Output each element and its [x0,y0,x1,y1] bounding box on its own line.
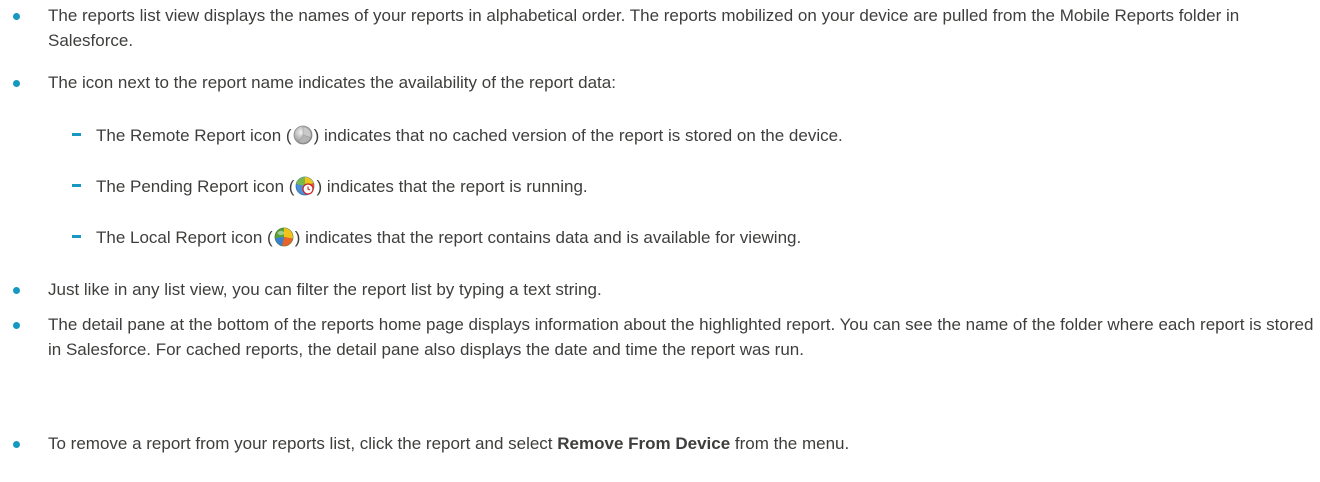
bullet-dot [13,13,20,20]
sub-item-text: The Remote Report icon ( ) indicates tha… [96,123,1320,148]
sub-item-text: The Local Report icon ( ) indicates that… [96,225,1320,250]
sub-item-text-after: ) indicates that no cached version of th… [313,126,843,145]
bullet-text: The detail pane at the bottom of the rep… [48,315,1314,359]
sub-item-text-before: The Remote Report icon ( [96,126,292,145]
help-document: The reports list view displays the names… [0,0,1320,482]
bullet-dot [13,80,20,87]
pending-report-icon [296,176,315,196]
sub-item-text-after: ) indicates that the report is running. [316,177,588,196]
sub-item-text: The Pending Report icon ( ) indicates th… [96,174,1320,199]
dash-marker [72,235,81,238]
bullet-text: The icon next to the report name indicat… [48,73,616,92]
bullet-text: The reports list view displays the names… [48,6,1240,50]
text-after: from the menu. [730,434,850,453]
remote-report-icon [293,125,312,145]
remove-from-device-label: Remove From Device [557,434,731,453]
bullet-dot [13,287,20,294]
local-report-icon [274,227,294,247]
bullet-text: Just like in any list view, you can filt… [48,280,602,299]
bullet-dot [13,322,20,329]
sub-item-text-before: The Local Report icon ( [96,228,273,247]
dash-marker [72,133,81,136]
text-before: To remove a report from your reports lis… [48,434,558,453]
bullet-dot [13,441,20,448]
bullet-text: To remove a report from your reports lis… [48,431,1320,456]
sub-item-text-before: The Pending Report icon ( [96,177,295,196]
sub-item-text-after: ) indicates that the report contains dat… [294,228,802,247]
dash-marker [72,184,81,187]
